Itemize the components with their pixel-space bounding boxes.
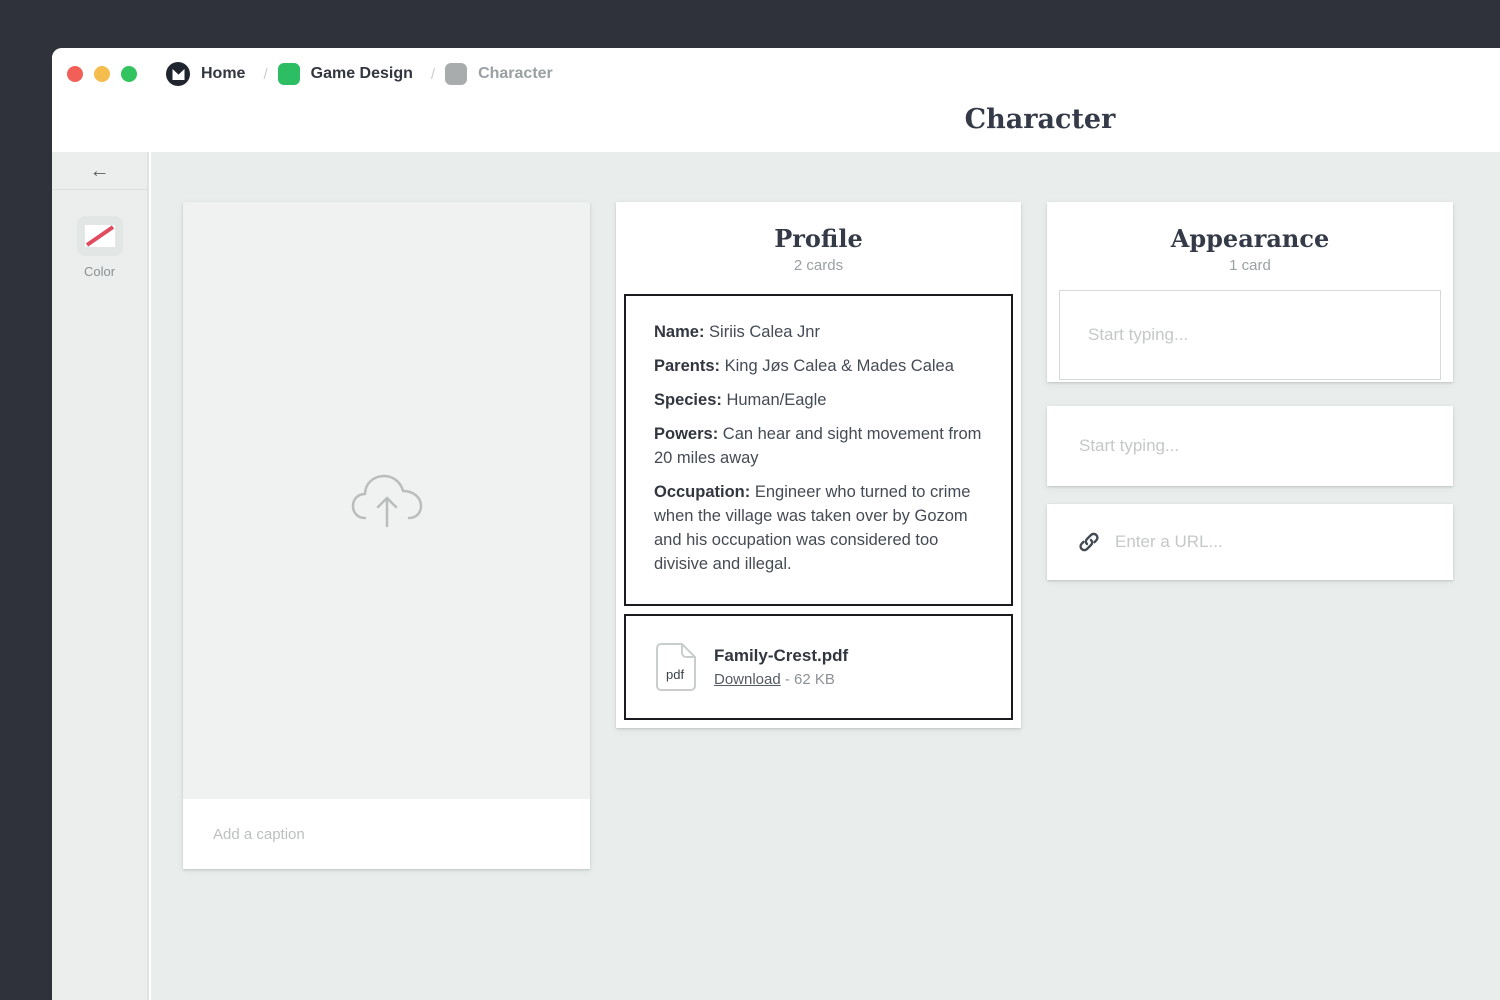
appearance-column-title: Appearance: [1047, 224, 1453, 253]
color-swatch-icon: [77, 216, 123, 256]
note-field: Parents: King Jøs Calea & Mades Calea: [654, 354, 983, 378]
breadcrumb-separator: /: [263, 66, 267, 83]
sidebar: ← Color: [52, 152, 149, 1000]
page-title: Character: [965, 104, 1116, 135]
profile-note-card[interactable]: Name: Siriis Calea Jnr Parents: King Jøs…: [624, 294, 1013, 606]
url-placeholder: Enter a URL...: [1115, 532, 1223, 552]
close-window-button[interactable]: [67, 66, 83, 82]
profile-column-count: 2 cards: [616, 257, 1021, 274]
board-canvas[interactable]: Add a caption Profile 2 cards Name: Siri…: [151, 152, 1500, 1000]
maximize-window-button[interactable]: [121, 66, 137, 82]
text-note-card[interactable]: Start typing...: [1047, 406, 1453, 486]
breadcrumb-separator: /: [431, 66, 435, 83]
url-card[interactable]: Enter a URL...: [1047, 504, 1453, 580]
profile-column-header: Profile 2 cards: [616, 202, 1021, 274]
color-tool[interactable]: Color: [52, 216, 147, 279]
header: Home / Game Design / Character Character: [52, 48, 1500, 152]
profile-column-title: Profile: [616, 224, 1021, 253]
note-field: Powers: Can hear and sight movement from…: [654, 422, 983, 470]
file-size: - 62 KB: [781, 671, 835, 688]
note-placeholder: Start typing...: [1079, 436, 1179, 456]
board-icon-game-design[interactable]: [278, 63, 300, 85]
appearance-column[interactable]: Appearance 1 card Start typing...: [1047, 202, 1453, 382]
file-name: Family-Crest.pdf: [714, 646, 848, 666]
breadcrumb-home[interactable]: Home: [201, 65, 245, 83]
download-link[interactable]: Download: [714, 671, 781, 688]
app-window: Home / Game Design / Character Character…: [52, 48, 1500, 1000]
note-field: Species: Human/Eagle: [654, 388, 983, 412]
back-arrow-icon: ←: [90, 161, 110, 181]
appearance-note-input[interactable]: Start typing...: [1059, 290, 1441, 380]
window-controls: [67, 66, 148, 82]
color-tool-label: Color: [84, 264, 115, 279]
sidebar-back-button[interactable]: ←: [52, 152, 147, 190]
note-field: Name: Siriis Calea Jnr: [654, 320, 983, 344]
breadcrumb-character: Character: [478, 65, 553, 83]
caption-placeholder: Add a caption: [213, 826, 305, 843]
image-upload-card[interactable]: Add a caption: [183, 202, 590, 869]
app-logo-icon[interactable]: [166, 62, 190, 86]
note-placeholder: Start typing...: [1088, 325, 1188, 345]
breadcrumb: Home / Game Design / Character: [52, 48, 1500, 100]
image-drop-zone[interactable]: [183, 202, 590, 799]
appearance-column-count: 1 card: [1047, 257, 1453, 274]
cloud-upload-icon: [351, 472, 423, 530]
link-icon: [1077, 530, 1101, 554]
board-icon-character[interactable]: [445, 63, 467, 85]
minimize-window-button[interactable]: [94, 66, 110, 82]
appearance-column-header: Appearance 1 card: [1047, 202, 1453, 274]
file-info: Family-Crest.pdf Download - 62 KB: [714, 646, 848, 688]
profile-column[interactable]: Profile 2 cards Name: Siriis Calea Jnr P…: [616, 202, 1021, 728]
breadcrumb-game-design[interactable]: Game Design: [311, 65, 413, 83]
svg-text:pdf: pdf: [666, 667, 684, 682]
caption-field[interactable]: Add a caption: [183, 799, 590, 869]
note-field: Occupation: Engineer who turned to crime…: [654, 480, 983, 576]
pdf-file-icon: pdf: [654, 641, 698, 693]
file-card[interactable]: pdf Family-Crest.pdf Download - 62 KB: [624, 614, 1013, 720]
